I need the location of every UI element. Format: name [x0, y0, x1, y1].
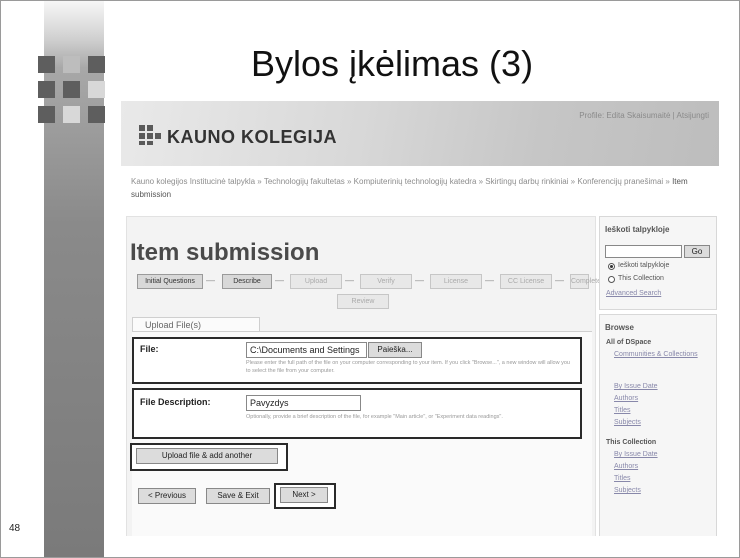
- slide-title: Bylos įkėlimas (3): [251, 43, 534, 84]
- tile: [88, 81, 105, 98]
- file-field-group: File: C:\Documents and Settings Paieška.…: [132, 337, 582, 384]
- browse-communities-link[interactable]: Communities & Collections: [614, 351, 712, 358]
- tile: [63, 106, 80, 123]
- step-separator: —: [275, 275, 284, 285]
- tile: [63, 81, 80, 98]
- file-label: File:: [140, 344, 159, 354]
- description-label: File Description:: [140, 397, 211, 407]
- search-box: Ieškoti talpykloje Go Ieškoti talpykloje…: [599, 216, 717, 310]
- browse-box: Browse All of DSpace Communities & Colle…: [599, 314, 717, 536]
- main-content: Item submission Initial Questions — Desc…: [126, 216, 601, 536]
- step-separator: —: [485, 275, 494, 285]
- tile: [63, 56, 80, 73]
- sidebar-search-input[interactable]: [605, 245, 682, 258]
- next-button[interactable]: Next >: [280, 487, 328, 503]
- browse-titles-link[interactable]: Titles: [614, 407, 630, 414]
- collection-subjects-link[interactable]: Subjects: [614, 487, 641, 494]
- search-title: Ieškoti talpykloje: [605, 225, 670, 234]
- description-hint: Optionally, provide a brief description …: [246, 414, 503, 420]
- description-field-group: File Description: Pavyzdys Optionally, p…: [132, 388, 582, 439]
- all-dspace-heading: All of DSpace: [606, 339, 652, 346]
- next-highlight: Next >: [274, 483, 336, 509]
- slide-frame: Bylos įkėlimas (3) 48 KAUNO KOLEGIJA Pro…: [0, 0, 740, 558]
- collection-issue-date-link[interactable]: By Issue Date: [614, 451, 658, 458]
- step-separator: —: [345, 275, 354, 285]
- step-verify: Verify: [360, 274, 412, 289]
- file-path-input[interactable]: C:\Documents and Settings: [246, 342, 367, 358]
- browse-button[interactable]: Paieška...: [368, 342, 422, 358]
- site-banner: KAUNO KOLEGIJA Profile: Edita Skaisumait…: [121, 101, 719, 166]
- grid-squares-icon: [139, 125, 163, 145]
- step-cc-license: CC License: [500, 274, 552, 289]
- step-complete: Complete: [570, 274, 601, 289]
- file-description-input[interactable]: Pavyzdys: [246, 395, 361, 411]
- save-exit-button[interactable]: Save & Exit: [206, 488, 270, 504]
- browse-issue-date-link[interactable]: By Issue Date: [614, 383, 658, 390]
- tile: [38, 81, 55, 98]
- upload-and-add-another-button[interactable]: Upload file & add another: [136, 448, 278, 464]
- tile: [88, 56, 105, 73]
- slide-number: 48: [9, 523, 21, 534]
- collection-titles-link[interactable]: Titles: [614, 475, 630, 482]
- go-button[interactable]: Go: [684, 245, 710, 258]
- breadcrumb-trail[interactable]: Kauno kolegijos Institucinė talpykla » T…: [131, 177, 670, 186]
- step-describe[interactable]: Describe: [222, 274, 272, 289]
- embedded-screenshot: KAUNO KOLEGIJA Profile: Edita Skaisumait…: [121, 101, 719, 536]
- site-logo-text[interactable]: KAUNO KOLEGIJA: [167, 127, 337, 148]
- browse-subjects-link[interactable]: Subjects: [614, 419, 641, 426]
- tab-upload-files[interactable]: Upload File(s): [132, 317, 260, 332]
- upload-another-highlight: Upload file & add another: [130, 443, 288, 471]
- page-title: Item submission: [130, 239, 320, 266]
- step-separator: —: [415, 275, 424, 285]
- step-license: License: [430, 274, 482, 289]
- step-separator: —: [555, 275, 564, 285]
- collection-authors-link[interactable]: Authors: [614, 463, 638, 470]
- tile: [38, 106, 55, 123]
- step-review: Review: [337, 294, 389, 309]
- this-collection-heading: This Collection: [606, 439, 657, 446]
- file-hint: Please enter the full path of the file o…: [246, 360, 570, 374]
- previous-button[interactable]: < Previous: [138, 488, 196, 504]
- step-upload: Upload: [290, 274, 342, 289]
- upload-panel: File: C:\Documents and Settings Paieška.…: [130, 331, 592, 536]
- step-initial-questions[interactable]: Initial Questions: [137, 274, 203, 289]
- scope-all-label: Ieškoti talpykloje: [618, 262, 670, 269]
- scope-collection-label: This Collection: [618, 275, 664, 282]
- step-separator: —: [206, 275, 215, 285]
- tile: [88, 106, 105, 123]
- scope-all-radio[interactable]: [608, 263, 615, 270]
- breadcrumb: Kauno kolegijos Institucinė talpykla » T…: [131, 175, 716, 201]
- submission-progress: Initial Questions — Describe — Upload — …: [137, 274, 601, 314]
- browse-title: Browse: [605, 323, 634, 332]
- profile-links[interactable]: Profile: Edita Skaisumaitė | Atsijungti: [579, 111, 709, 120]
- tile: [38, 56, 55, 73]
- advanced-search-link[interactable]: Advanced Search: [606, 290, 661, 297]
- scope-collection-radio[interactable]: [608, 276, 615, 283]
- browse-authors-link[interactable]: Authors: [614, 395, 638, 402]
